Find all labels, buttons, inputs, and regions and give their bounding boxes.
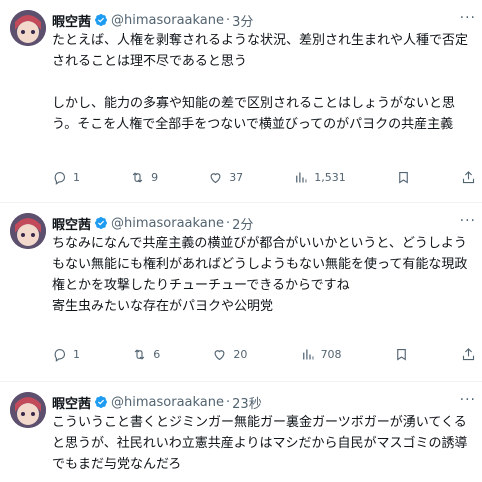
bookmark-icon — [399, 171, 408, 184]
share-icon — [462, 171, 475, 184]
retweet-icon — [132, 172, 143, 183]
bookmark-button[interactable] — [394, 347, 409, 362]
like-button[interactable]: 37 — [208, 170, 243, 185]
separator-dot: · — [226, 215, 231, 231]
verified-badge-icon — [94, 13, 108, 27]
tweet-text: たとえば、人権を剥奪されるような状況、差別され生まれや人種で否定されることは理不… — [52, 33, 469, 132]
handle[interactable]: @himasoraakane — [111, 13, 224, 28]
views-count: 1,531 — [314, 171, 346, 184]
avatar[interactable] — [10, 213, 46, 249]
verified-badge-icon — [94, 216, 108, 230]
reply-icon — [54, 348, 66, 362]
bookmark-icon — [396, 348, 406, 361]
like-count: 37 — [229, 171, 244, 184]
reply-count: 1 — [73, 348, 80, 361]
separator-dot: · — [226, 394, 231, 410]
views-button[interactable]: 1,531 — [293, 170, 346, 185]
like-count: 20 — [233, 348, 248, 361]
timestamp[interactable]: 3分 — [232, 11, 253, 30]
bookmark-button[interactable] — [396, 170, 411, 185]
reply-count: 1 — [73, 171, 80, 184]
tweet-text: こういうこと書くとジミンガー無能ガー裏金ガーツボガーが湧いてくると思うが、社民れ… — [52, 415, 468, 472]
handle[interactable]: @himasoraakane — [111, 216, 224, 231]
retweet-icon — [134, 349, 145, 360]
tweet[interactable]: 暇空茜 @himasoraakane · 23秒 こういうこと書くとジミンガー無… — [0, 382, 482, 482]
avatar[interactable] — [10, 10, 46, 46]
share-button[interactable] — [461, 170, 476, 185]
avatar[interactable] — [10, 392, 46, 428]
display-name[interactable]: 暇空茜 — [52, 393, 91, 412]
heart-icon — [210, 173, 221, 184]
like-button[interactable]: 20 — [212, 347, 247, 362]
retweet-button[interactable]: 9 — [130, 170, 158, 185]
views-chart-icon — [296, 172, 307, 183]
views-count: 708 — [320, 348, 342, 361]
share-button[interactable] — [461, 347, 476, 362]
timestamp[interactable]: 2分 — [232, 214, 253, 233]
more-icon[interactable]: ··· — [460, 392, 476, 408]
tweet[interactable]: 暇空茜 @himasoraakane · 3分 たとえば、人権を剥奪されるような… — [0, 0, 482, 202]
handle[interactable]: @himasoraakane — [111, 395, 224, 410]
more-icon[interactable]: ··· — [460, 213, 476, 229]
tweet[interactable]: 暇空茜 @himasoraakane · 2分 ちなみになんで共産主義の横並びが… — [0, 203, 482, 381]
reply-button[interactable]: 1 — [52, 170, 80, 185]
retweet-button[interactable]: 6 — [132, 347, 160, 362]
views-chart-icon — [302, 349, 313, 360]
separator-dot: · — [226, 12, 231, 28]
reply-button[interactable]: 1 — [52, 347, 80, 362]
timestamp[interactable]: 23秒 — [232, 393, 262, 412]
reply-icon — [54, 171, 66, 185]
tweet-text: ちなみになんで共産主義の横並びが都合がいいかというと、どうしようもない無能にも権… — [52, 236, 468, 314]
heart-icon — [214, 350, 225, 361]
views-button[interactable]: 708 — [300, 347, 342, 362]
display-name[interactable]: 暇空茜 — [52, 11, 91, 30]
retweet-count: 6 — [153, 348, 161, 361]
share-icon — [462, 348, 474, 361]
display-name[interactable]: 暇空茜 — [52, 214, 91, 233]
retweet-count: 9 — [151, 171, 159, 184]
more-icon[interactable]: ··· — [460, 10, 476, 26]
verified-badge-icon — [94, 395, 108, 409]
